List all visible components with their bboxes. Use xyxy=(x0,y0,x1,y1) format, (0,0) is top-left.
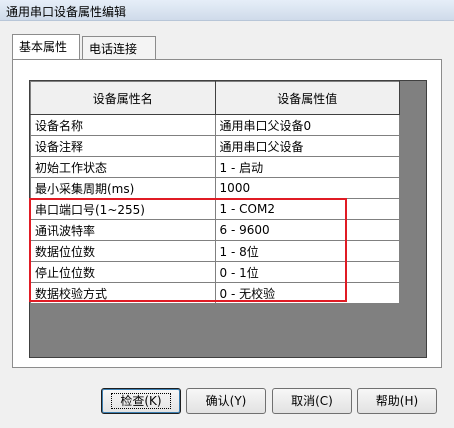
property-name-cell[interactable]: 设备注释 xyxy=(30,135,216,157)
tab-phone-connection[interactable]: 电话连接 xyxy=(82,36,156,59)
help-button[interactable]: 帮助(H) xyxy=(357,388,437,414)
property-name-cell[interactable]: 串口端口号(1~255) xyxy=(30,198,216,220)
table-row[interactable]: 数据校验方式 0 - 无校验 xyxy=(30,282,401,304)
property-value-cell[interactable]: 0 - 1位 xyxy=(214,261,401,283)
property-value-cell[interactable]: 0 - 无校验 xyxy=(214,282,401,304)
table-row[interactable]: 设备名称 通用串口父设备0 xyxy=(30,114,401,136)
property-name-cell[interactable]: 数据位位数 xyxy=(30,240,216,262)
property-value-cell[interactable]: 通用串口父设备 xyxy=(214,135,401,157)
check-button[interactable]: 检查(K) xyxy=(101,388,181,414)
property-value-cell[interactable]: 6 - 9600 xyxy=(214,219,401,241)
table-row[interactable]: 串口端口号(1~255) 1 - COM2 xyxy=(30,198,401,220)
tab-panel: 设备属性名 设备属性值 设备名称 通用串口父设备0 设备注释 通用串口父设备 初… xyxy=(12,59,442,368)
property-value-cell[interactable]: 1000 xyxy=(214,177,401,199)
property-name-cell[interactable]: 最小采集周期(ms) xyxy=(30,177,216,199)
window-titlebar: 通用串口设备属性编辑 xyxy=(0,0,454,21)
property-name-cell[interactable]: 通讯波特率 xyxy=(30,219,216,241)
property-name-cell[interactable]: 停止位位数 xyxy=(30,261,216,283)
table-row[interactable]: 停止位位数 0 - 1位 xyxy=(30,261,401,283)
column-header-value[interactable]: 设备属性值 xyxy=(214,81,401,115)
property-value-cell[interactable]: 1 - COM2 xyxy=(214,198,401,220)
window-title: 通用串口设备属性编辑 xyxy=(6,5,127,19)
table-row[interactable]: 设备注释 通用串口父设备 xyxy=(30,135,401,157)
property-grid: 设备属性名 设备属性值 设备名称 通用串口父设备0 设备注释 通用串口父设备 初… xyxy=(29,80,427,358)
property-value-cell[interactable]: 通用串口父设备0 xyxy=(214,114,401,136)
column-header-name[interactable]: 设备属性名 xyxy=(30,81,216,115)
property-name-cell[interactable]: 设备名称 xyxy=(30,114,216,136)
tab-basic-properties[interactable]: 基本属性 xyxy=(12,34,80,59)
table-header-row: 设备属性名 设备属性值 xyxy=(30,81,401,115)
property-value-cell[interactable]: 1 - 启动 xyxy=(214,156,401,178)
ok-button[interactable]: 确认(Y) xyxy=(186,388,266,414)
property-name-cell[interactable]: 初始工作状态 xyxy=(30,156,216,178)
property-table: 设备属性名 设备属性值 设备名称 通用串口父设备0 设备注释 通用串口父设备 初… xyxy=(30,81,401,304)
table-row[interactable]: 通讯波特率 6 - 9600 xyxy=(30,219,401,241)
property-value-cell[interactable]: 1 - 8位 xyxy=(214,240,401,262)
cancel-button[interactable]: 取消(C) xyxy=(272,388,352,414)
table-row[interactable]: 数据位位数 1 - 8位 xyxy=(30,240,401,262)
table-row[interactable]: 初始工作状态 1 - 启动 xyxy=(30,156,401,178)
check-button-label: 检查(K) xyxy=(111,393,171,409)
table-row[interactable]: 最小采集周期(ms) 1000 xyxy=(30,177,401,199)
property-name-cell[interactable]: 数据校验方式 xyxy=(30,282,216,304)
